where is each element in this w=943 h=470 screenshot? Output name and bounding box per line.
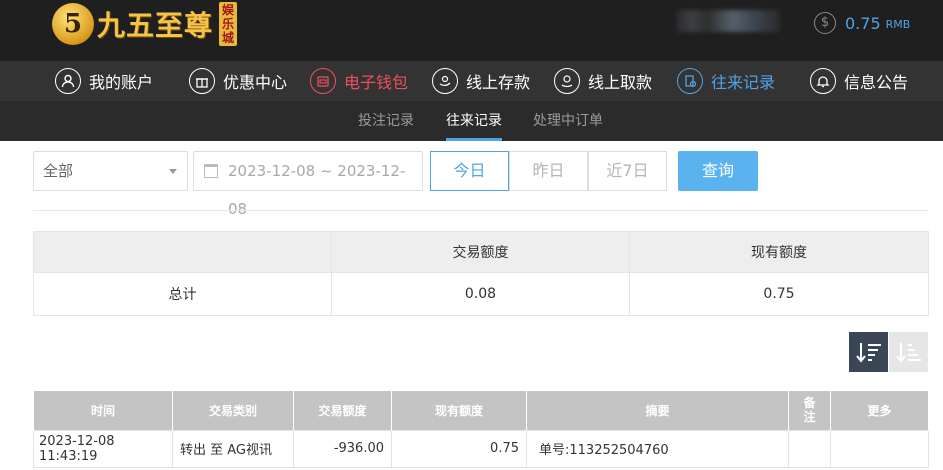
nav-label: 线上取款 [588,73,653,92]
gift-icon [189,68,215,94]
sub-nav: 投注记录 往来记录 处理中订单 [0,101,943,141]
summary-table: 交易额度 现有额度 总计 0.08 0.75 [33,231,929,316]
caret-down-icon [169,169,177,174]
col-type[interactable]: 交易类别 [172,391,294,430]
nav-item-records[interactable]: 往来记录 [677,61,775,101]
nav-label: 电子钱包 [344,73,409,92]
nav-label: 往来记录 [711,73,776,92]
cell-summary: 单号:113252504760 [526,429,789,468]
col-amount[interactable]: 交易额度 [293,391,392,430]
summary-label: 总计 [33,272,332,316]
nav-label: 信息公告 [844,73,909,92]
wallet-icon [310,68,336,94]
col-remark[interactable]: 备注 [788,391,831,430]
cell-type: 转出 至 AG视讯 [172,429,294,468]
summary-header: 现有额度 [629,231,929,273]
records-header-row: 时间 交易类别 交易额度 现有额度 摘要 备注 更多 [33,391,929,430]
quick-today-button[interactable]: 今日 [430,151,509,191]
nav-label: 优惠中心 [223,73,288,92]
nav-item-promotions[interactable]: 优惠中心 [189,61,287,101]
cell-more[interactable] [830,429,929,468]
withdraw-icon [554,68,580,94]
quick-yesterday-button[interactable]: 昨日 [509,151,588,191]
nav-item-deposit[interactable]: 线上存款 [432,61,530,101]
nav-label: 我的账户 [89,73,154,92]
bell-icon [810,68,836,94]
tab-bet-records[interactable]: 投注记录 [358,101,414,141]
search-button[interactable]: 查询 [678,151,758,191]
calendar-icon [204,164,218,178]
type-select[interactable]: 全部 [33,151,188,191]
summary-header: 交易额度 [331,231,630,273]
summary-current-balance: 0.75 [629,272,929,316]
table-row[interactable]: 2023-12-08 11:43:19 转出 至 AG视讯 -936.00 0.… [33,429,929,468]
nav-label: 线上存款 [466,73,531,92]
col-more[interactable]: 更多 [830,391,929,430]
type-select-value: 全部 [43,162,74,180]
summary-header-row: 交易额度 现有额度 [33,231,929,273]
cell-time: 2023-12-08 11:43:19 [33,429,173,468]
coin-icon: $ [814,12,836,34]
deposit-icon [432,68,458,94]
sort-asc-icon [895,343,921,363]
cell-amount: -936.00 [293,429,392,468]
brand-tag: 娱乐城 [219,2,238,46]
records-table: 时间 交易类别 交易额度 现有额度 摘要 备注 更多 2023-12-08 11… [33,391,929,468]
summary-trade-amount: 0.08 [331,272,630,316]
tab-transactions[interactable]: 往来记录 [446,101,502,141]
cell-remark [788,429,831,468]
top-bar: 5 九五至尊 娱乐城 $ 0.75 RMB [0,0,943,61]
col-balance[interactable]: 现有额度 [391,391,527,430]
divider [33,210,928,211]
nav-item-withdraw[interactable]: 线上取款 [554,61,652,101]
summary-row: 总计 0.08 0.75 [33,272,929,316]
username-blurred [676,10,780,32]
col-time[interactable]: 时间 [33,391,173,430]
brand-logo[interactable]: 5 九五至尊 娱乐城 [52,0,238,48]
date-range-input[interactable]: 2023-12-08 ~ 2023-12-08 [193,151,423,218]
balance-display: $ 0.75 RMB [814,12,910,34]
nav-item-wallet[interactable]: 电子钱包 [310,61,408,101]
records-icon [677,68,703,94]
sort-desc-icon [855,343,881,363]
summary-header [33,231,332,273]
sort-asc-button[interactable] [889,332,928,372]
brand-name: 九五至尊 [97,9,214,42]
balance-currency: RMB [885,18,911,31]
nav-item-announcements[interactable]: 信息公告 [810,61,908,101]
balance-amount: 0.75 [845,13,881,33]
logo-badge: 5 [52,3,94,45]
tab-pending-orders[interactable]: 处理中订单 [533,101,603,141]
col-summary[interactable]: 摘要 [526,391,789,430]
main-nav: 我的账户 优惠中心 电子钱包 线上存款 线上取款 往来记录 信息公告 [0,61,943,101]
quick-7days-button[interactable]: 近7日 [588,151,667,191]
sort-desc-button[interactable] [849,332,888,372]
nav-item-account[interactable]: 我的账户 [55,61,153,101]
user-icon [55,68,81,94]
cell-balance: 0.75 [391,429,527,468]
